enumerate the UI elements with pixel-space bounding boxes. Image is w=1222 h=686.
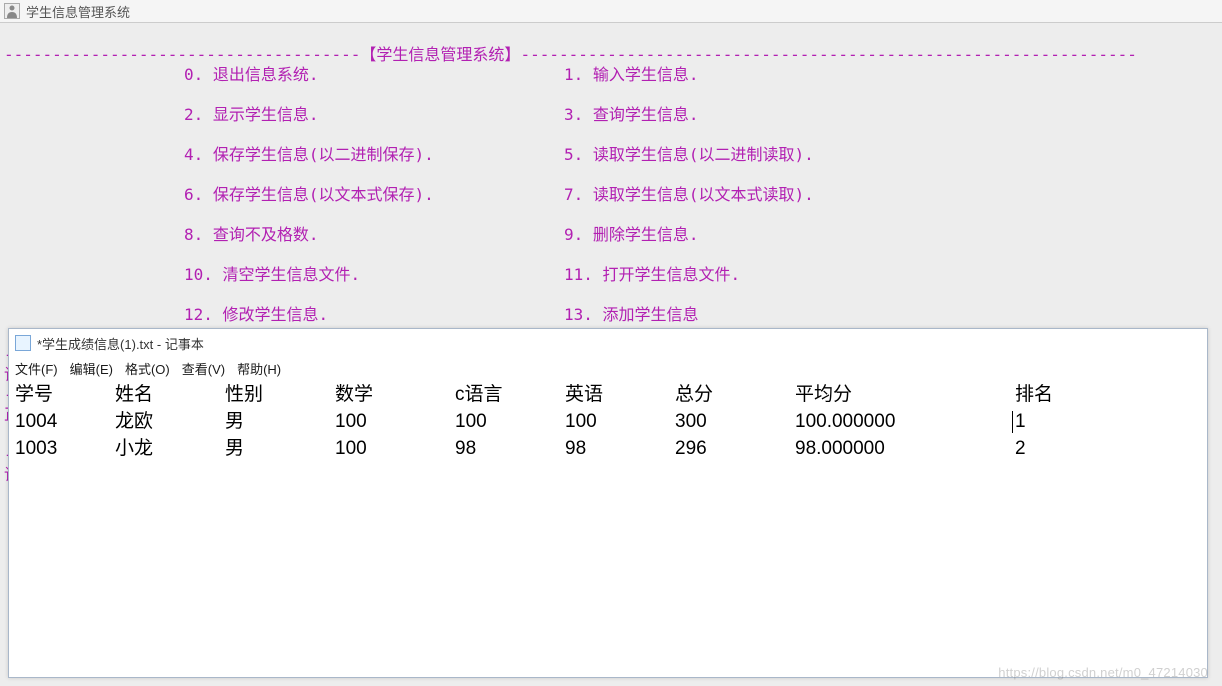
banner-label: 【学生信息管理系统】 bbox=[360, 45, 520, 64]
cell-en: 100 bbox=[565, 408, 675, 435]
cell-c: 98 bbox=[455, 435, 565, 462]
cell-math: 100 bbox=[335, 408, 455, 435]
cell-sex: 男 bbox=[225, 408, 335, 435]
menu-item-7: 7. 读取学生信息(以文本式读取). bbox=[564, 185, 814, 204]
menu-item-0: 0. 退出信息系统. bbox=[184, 65, 564, 85]
cell-name: 龙欧 bbox=[115, 408, 225, 435]
cell-rank: 1 bbox=[1015, 408, 1075, 435]
cell-c: 100 bbox=[455, 408, 565, 435]
cell-total: 296 bbox=[675, 435, 795, 462]
menu-file[interactable]: 文件(F) bbox=[15, 359, 58, 378]
table-row: 1004 龙欧 男 100 100 100 300 100.000000 1 bbox=[15, 408, 1201, 435]
cell-en: 98 bbox=[565, 435, 675, 462]
menu-item-3: 3. 查询学生信息. bbox=[564, 105, 699, 124]
console-titlebar[interactable]: 学生信息管理系统 bbox=[0, 0, 1222, 23]
notepad-icon bbox=[15, 335, 31, 351]
col-sex: 性别 bbox=[225, 381, 335, 408]
menu-view[interactable]: 查看(V) bbox=[182, 359, 225, 378]
menu-help[interactable]: 帮助(H) bbox=[237, 359, 281, 378]
col-avg: 平均分 bbox=[795, 381, 1015, 408]
cell-avg: 98.000000 bbox=[795, 435, 1015, 462]
col-en: 英语 bbox=[565, 381, 675, 408]
menu-item-11: 11. 打开学生信息文件. bbox=[564, 265, 740, 284]
table-row: 1003 小龙 男 100 98 98 296 98.000000 2 bbox=[15, 435, 1201, 462]
menu-item-1: 1. 输入学生信息. bbox=[564, 65, 699, 84]
col-rank: 排名 bbox=[1015, 381, 1075, 408]
app-icon bbox=[4, 3, 20, 19]
watermark: https://blog.csdn.net/m0_47214030 bbox=[998, 665, 1208, 680]
menu-format[interactable]: 格式(O) bbox=[125, 359, 170, 378]
notepad-title: *学生成绩信息(1).txt - 记事本 bbox=[37, 334, 204, 353]
menu-item-4: 4. 保存学生信息(以二进制保存). bbox=[184, 145, 564, 165]
cell-total: 300 bbox=[675, 408, 795, 435]
menu-item-5: 5. 读取学生信息(以二进制读取). bbox=[564, 145, 814, 164]
menu-item-2: 2. 显示学生信息. bbox=[184, 105, 564, 125]
col-math: 数学 bbox=[335, 381, 455, 408]
cell-name: 小龙 bbox=[115, 435, 225, 462]
col-total: 总分 bbox=[675, 381, 795, 408]
cell-id: 1003 bbox=[15, 435, 115, 462]
menu-item-10: 10. 清空学生信息文件. bbox=[184, 265, 564, 285]
menu-item-6: 6. 保存学生信息(以文本式保存). bbox=[184, 185, 564, 205]
text-caret bbox=[1012, 411, 1013, 433]
notepad-menubar: 文件(F) 编辑(E) 格式(O) 查看(V) 帮助(H) bbox=[9, 357, 1207, 379]
menu-item-13: 13. 添加学生信息 bbox=[564, 305, 699, 324]
menu-item-9: 9. 删除学生信息. bbox=[564, 225, 699, 244]
cell-math: 100 bbox=[335, 435, 455, 462]
menu-edit[interactable]: 编辑(E) bbox=[70, 359, 113, 378]
notepad-window[interactable]: *学生成绩信息(1).txt - 记事本 文件(F) 编辑(E) 格式(O) 查… bbox=[8, 328, 1208, 678]
divider-top: -------------------------------------【学生… bbox=[4, 45, 1137, 64]
table-header-row: 学号 姓名 性别 数学 c语言 英语 总分 平均分 排名 bbox=[15, 381, 1201, 408]
col-id: 学号 bbox=[15, 381, 115, 408]
col-c: c语言 bbox=[455, 381, 565, 408]
menu-item-12: 12. 修改学生信息. bbox=[184, 305, 564, 325]
cell-rank: 2 bbox=[1015, 435, 1075, 462]
notepad-content[interactable]: 学号 姓名 性别 数学 c语言 英语 总分 平均分 排名 1004 龙欧 男 1… bbox=[9, 379, 1207, 464]
notepad-titlebar[interactable]: *学生成绩信息(1).txt - 记事本 bbox=[9, 329, 1207, 357]
console-title: 学生信息管理系统 bbox=[26, 2, 130, 21]
cell-id: 1004 bbox=[15, 408, 115, 435]
cell-sex: 男 bbox=[225, 435, 335, 462]
col-name: 姓名 bbox=[115, 381, 225, 408]
menu-item-8: 8. 查询不及格数. bbox=[184, 225, 564, 245]
cell-avg: 100.000000 bbox=[795, 408, 1015, 435]
